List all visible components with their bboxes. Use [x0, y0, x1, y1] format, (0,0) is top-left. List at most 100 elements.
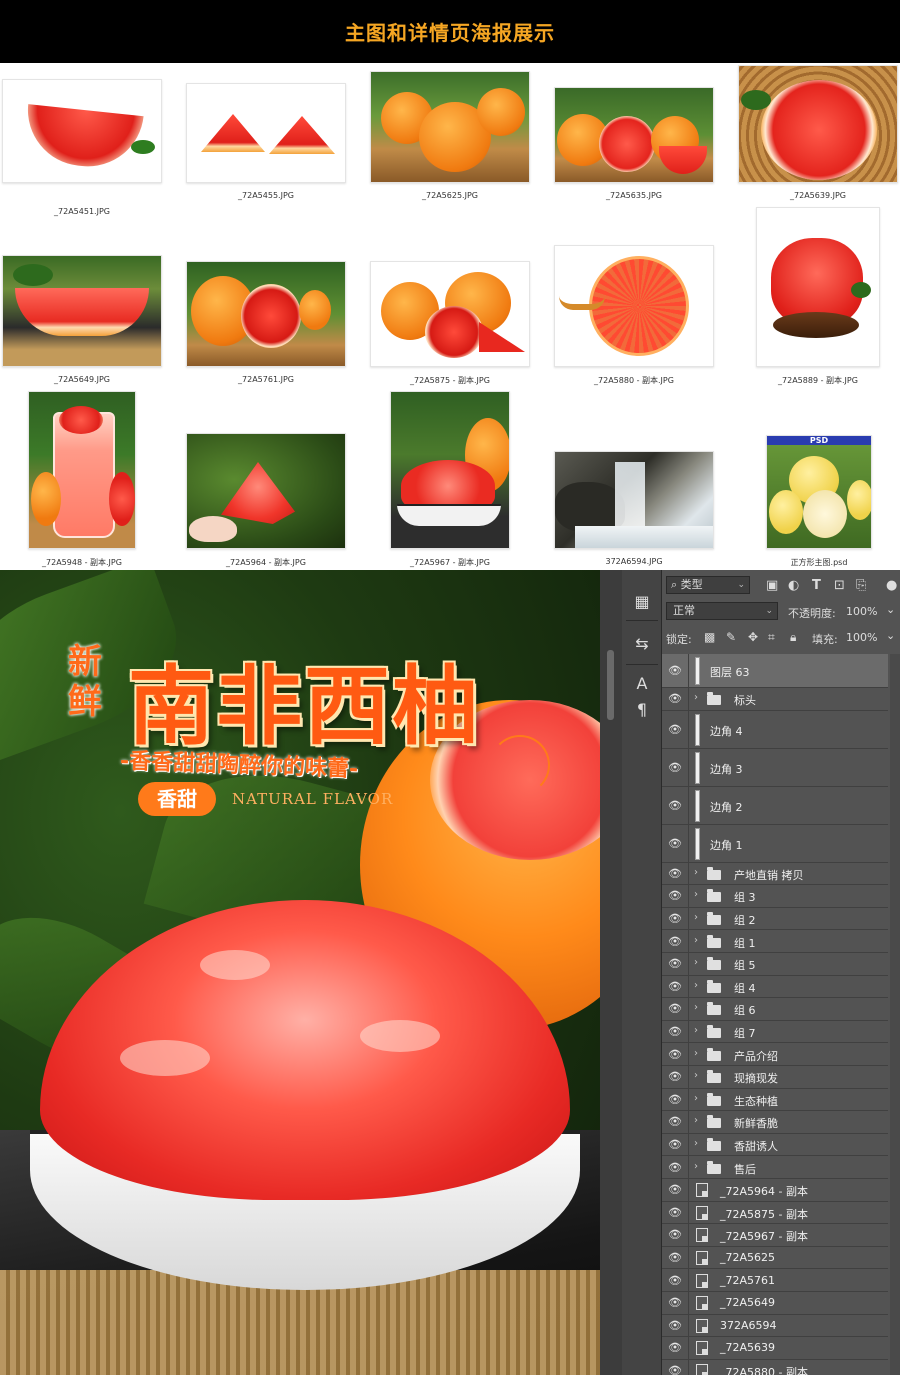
chevron-right-icon[interactable]: ›: [694, 889, 698, 900]
filter-toggle-icon[interactable]: ●: [886, 578, 897, 593]
thumbnail-item[interactable]: 372A6594.JPG: [554, 451, 714, 569]
layer-row[interactable]: 👁︎ › 现摘现发: [662, 1066, 888, 1089]
visibility-eye-icon[interactable]: 👁︎: [668, 837, 682, 850]
thumbnail-item[interactable]: _72A5880 - 副本.JPG: [554, 245, 714, 387]
chevron-down-icon[interactable]: ⌄: [886, 629, 895, 642]
lock-transparent-icon[interactable]: ▩: [704, 630, 715, 644]
visibility-eye-icon[interactable]: 👁︎: [668, 1183, 682, 1196]
fill-input[interactable]: 100%: [846, 631, 877, 644]
thumbnail-item[interactable]: _72A5649.JPG: [2, 255, 162, 387]
layer-row[interactable]: 👁︎ › 新鲜香脆: [662, 1111, 888, 1134]
thumbnail-item[interactable]: _72A5451.JPG: [2, 79, 162, 216]
smart-filter-icon[interactable]: ⎘: [856, 578, 866, 593]
visibility-eye-icon[interactable]: 👁︎: [668, 1070, 682, 1083]
visibility-eye-icon[interactable]: 👁︎: [668, 1002, 682, 1015]
lock-position-icon[interactable]: ✥: [748, 630, 758, 644]
layer-row[interactable]: 👁︎ › 组 5: [662, 953, 888, 976]
visibility-eye-icon[interactable]: 👁︎: [668, 692, 682, 705]
lock-artboard-icon[interactable]: ⌗: [768, 630, 775, 645]
thumbnail-item[interactable]: _72A5967 - 副本.JPG: [390, 391, 510, 569]
visibility-eye-icon[interactable]: 👁︎: [668, 1319, 682, 1332]
layer-row[interactable]: 👁︎ _72A5875 - 副本: [662, 1201, 888, 1225]
chevron-right-icon[interactable]: ›: [694, 1161, 698, 1172]
visibility-eye-icon[interactable]: 👁︎: [668, 1161, 682, 1174]
chevron-right-icon[interactable]: ›: [694, 1025, 698, 1036]
layer-row[interactable]: 👁︎ _72A5761: [662, 1269, 888, 1292]
layer-row[interactable]: 👁︎ › 香甜诱人: [662, 1133, 888, 1157]
layer-row[interactable]: 👁︎ › 组 1: [662, 930, 888, 953]
layer-row[interactable]: 👁︎ › 产品介绍: [662, 1043, 888, 1066]
thumbnail-item[interactable]: _72A5964 - 副本.JPG: [186, 433, 346, 569]
blend-mode-select[interactable]: 正常 ⌄: [666, 602, 778, 620]
layer-row[interactable]: 👁︎ › 生态种植: [662, 1088, 888, 1112]
layer-row[interactable]: 👁︎ _72A5625: [662, 1246, 888, 1270]
chevron-right-icon[interactable]: ›: [694, 1115, 698, 1126]
layer-row[interactable]: 👁︎ _72A5639: [662, 1337, 888, 1360]
layer-row[interactable]: 👁︎ 边角 2: [662, 786, 888, 825]
thumbnail-item[interactable]: _72A5635.JPG: [554, 87, 714, 203]
chevron-right-icon[interactable]: ›: [694, 980, 698, 991]
chevron-right-icon[interactable]: ›: [694, 1070, 698, 1081]
chevron-right-icon[interactable]: ›: [694, 867, 698, 878]
layer-row[interactable]: 👁︎ 372A6594: [662, 1314, 888, 1338]
visibility-eye-icon[interactable]: 👁︎: [668, 799, 682, 812]
layer-row[interactable]: 👁︎ › 标头: [662, 688, 888, 711]
visibility-eye-icon[interactable]: 👁︎: [668, 1138, 682, 1151]
layers-scrollbar[interactable]: [890, 654, 900, 1375]
visibility-eye-icon[interactable]: 👁︎: [668, 1206, 682, 1219]
adjustments-icon[interactable]: ⇆: [630, 632, 654, 656]
chevron-down-icon[interactable]: ⌄: [886, 603, 895, 616]
layer-row[interactable]: 👁︎ 图层 63: [662, 654, 888, 688]
visibility-eye-icon[interactable]: 👁︎: [668, 935, 682, 948]
visibility-eye-icon[interactable]: 👁︎: [668, 761, 682, 774]
visibility-eye-icon[interactable]: 👁︎: [668, 980, 682, 993]
thumbnail-item[interactable]: _72A5455.JPG: [186, 83, 346, 203]
adjustment-filter-icon[interactable]: ◐: [788, 578, 799, 593]
layer-row[interactable]: 👁︎ › 组 6: [662, 998, 888, 1021]
visibility-eye-icon[interactable]: 👁︎: [668, 1115, 682, 1128]
thumbnail-item[interactable]: _72A5625.JPG: [370, 71, 530, 203]
visibility-eye-icon[interactable]: 👁︎: [668, 1341, 682, 1354]
thumbnail-item[interactable]: _72A5761.JPG: [186, 261, 346, 387]
chevron-right-icon[interactable]: ›: [694, 1093, 698, 1104]
layer-row[interactable]: 👁︎ 边角 1: [662, 824, 888, 863]
layer-row[interactable]: 👁︎ › 产地直销 拷贝: [662, 862, 888, 886]
chevron-right-icon[interactable]: ›: [694, 935, 698, 946]
visibility-eye-icon[interactable]: 👁︎: [668, 1251, 682, 1264]
character-icon[interactable]: A: [630, 672, 654, 696]
visibility-eye-icon[interactable]: 👁︎: [668, 1274, 682, 1287]
visibility-eye-icon[interactable]: 👁︎: [668, 1048, 682, 1061]
chevron-right-icon[interactable]: ›: [694, 692, 698, 703]
visibility-eye-icon[interactable]: 👁︎: [668, 957, 682, 970]
chevron-right-icon[interactable]: ›: [694, 1048, 698, 1059]
thumbnail-item[interactable]: _72A5875 - 副本.JPG: [370, 261, 530, 387]
layer-row[interactable]: 👁︎ › 售后: [662, 1156, 888, 1179]
pixel-filter-icon[interactable]: ▣: [766, 578, 778, 593]
layer-row[interactable]: 👁︎ › 组 3: [662, 885, 888, 908]
lock-all-icon[interactable]: 🔒︎: [790, 630, 796, 645]
chevron-right-icon[interactable]: ›: [694, 1002, 698, 1013]
layer-row[interactable]: 👁︎ › 组 4: [662, 975, 888, 999]
visibility-eye-icon[interactable]: 👁︎: [668, 723, 682, 736]
visibility-eye-icon[interactable]: 👁︎: [668, 1364, 682, 1375]
layer-row[interactable]: 👁︎ _72A5880 - 副本: [662, 1359, 888, 1375]
layer-row[interactable]: 👁︎ › 组 2: [662, 907, 888, 931]
visibility-eye-icon[interactable]: 👁︎: [668, 664, 682, 677]
thumbnail-item[interactable]: _72A5948 - 副本.JPG: [28, 391, 136, 569]
visibility-eye-icon[interactable]: 👁︎: [668, 1296, 682, 1309]
layer-row[interactable]: 👁︎ _72A5967 - 副本: [662, 1224, 888, 1247]
layer-row[interactable]: 👁︎ _72A5649: [662, 1292, 888, 1315]
visibility-eye-icon[interactable]: 👁︎: [668, 867, 682, 880]
layer-filter-select[interactable]: ⌕ 类型 ⌄: [666, 576, 750, 594]
shape-filter-icon[interactable]: ⊡: [834, 578, 845, 593]
layer-row[interactable]: 👁︎ › 组 7: [662, 1020, 888, 1044]
libraries-icon[interactable]: ▦: [630, 590, 654, 614]
chevron-right-icon[interactable]: ›: [694, 957, 698, 968]
thumbnail-item[interactable]: PSD 正方形主图.psd: [766, 435, 872, 569]
visibility-eye-icon[interactable]: 👁︎: [668, 1228, 682, 1241]
visibility-eye-icon[interactable]: 👁︎: [668, 1025, 682, 1038]
opacity-input[interactable]: 100%: [846, 605, 877, 618]
visibility-eye-icon[interactable]: 👁︎: [668, 1093, 682, 1106]
chevron-right-icon[interactable]: ›: [694, 1138, 698, 1149]
layer-row[interactable]: 👁︎ _72A5964 - 副本: [662, 1179, 888, 1202]
